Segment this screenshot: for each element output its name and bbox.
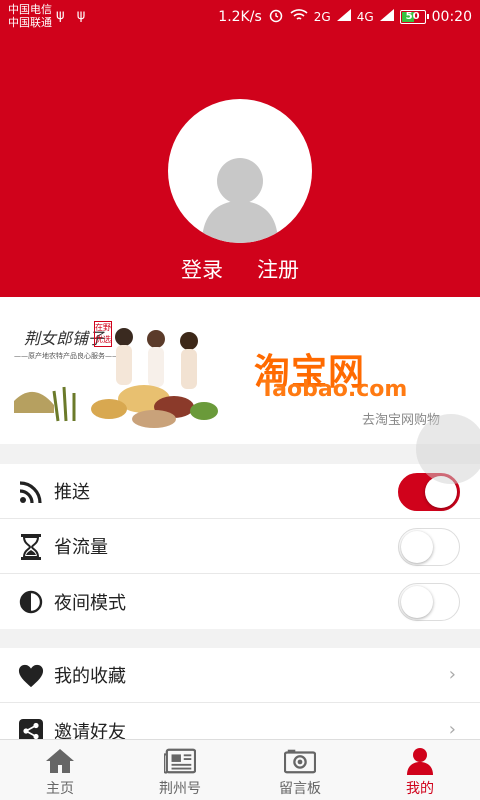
data-saver-toggle[interactable] — [398, 528, 460, 566]
toggle-knob — [401, 586, 433, 618]
login-link[interactable]: 登录 — [181, 254, 223, 284]
tab-label: 主页 — [46, 781, 74, 797]
contrast-icon — [18, 589, 44, 615]
setting-label: 省流量 — [54, 537, 108, 558]
chevron-right-icon: › — [448, 719, 456, 740]
net-speed: 1.2K/s — [218, 9, 262, 25]
setting-row-push[interactable]: 推送 — [0, 464, 480, 519]
bottom-tab-bar: 主页 荆州号 留言板 我的 — [0, 739, 480, 800]
setting-row-night-mode[interactable]: 夜间模式 — [0, 574, 480, 629]
clock: 00:20 — [431, 9, 472, 25]
tab-mine[interactable]: 我的 — [360, 740, 480, 800]
floating-ball[interactable] — [416, 414, 480, 484]
hourglass-icon — [18, 534, 44, 560]
carrier-2: 中国联通 — [8, 16, 52, 29]
shop-ad[interactable]: 荆女郎铺子 在野优选 ——原产地农特产品良心服务—— — [14, 321, 226, 433]
home-icon — [44, 746, 76, 776]
taobao-logo-en: Taobao.com — [260, 377, 408, 402]
tab-label: 荆州号 — [159, 781, 201, 797]
tab-home[interactable]: 主页 — [0, 740, 120, 800]
auth-links: 登录 注册 — [0, 254, 480, 284]
status-bar: 中国电信 中国联通 ψ ψ 1.2K/s 2G 4G 50 00:20 — [0, 0, 480, 32]
status-right: 1.2K/s 2G 4G 50 00:20 — [218, 7, 472, 27]
setting-label: 推送 — [54, 482, 90, 503]
register-link[interactable]: 注册 — [257, 254, 299, 284]
avatar[interactable] — [168, 99, 312, 243]
battery-icon: 50 — [399, 10, 429, 24]
tab-jingzhou[interactable]: 荆州号 — [120, 740, 240, 800]
default-user-icon — [202, 158, 278, 243]
menu-row-favorites[interactable]: 我的收藏 › — [0, 648, 480, 703]
signal-icon-2 — [379, 9, 394, 25]
produce-illustration — [14, 328, 218, 428]
carrier-1: 中国电信 — [8, 3, 52, 16]
setting-label: 夜间模式 — [54, 592, 126, 614]
alarm-icon — [268, 7, 284, 27]
battery-level: 50 — [405, 11, 420, 22]
tab-label: 我的 — [406, 781, 434, 797]
ad-banner[interactable]: 荆女郎铺子 在野优选 ——原产地农特产品良心服务—— 淘宝网 Taobao.co… — [0, 297, 480, 444]
wifi-icon — [290, 8, 308, 26]
rss-icon — [18, 479, 44, 505]
newspaper-icon — [164, 746, 196, 776]
night-mode-toggle[interactable] — [398, 583, 460, 621]
carrier-info: 中国电信 中国联通 — [8, 3, 52, 29]
signal-2g: 2G — [313, 10, 331, 24]
signal-4g: 4G — [356, 10, 374, 24]
tab-message-board[interactable]: 留言板 — [240, 740, 360, 800]
heart-icon — [18, 663, 44, 689]
menu-label: 我的收藏 — [54, 666, 126, 687]
profile-header: 登录 注册 — [0, 32, 480, 297]
user-icon — [404, 746, 436, 776]
chevron-right-icon: › — [448, 664, 456, 685]
tab-label: 留言板 — [279, 781, 321, 797]
setting-row-data-saver[interactable]: 省流量 — [0, 519, 480, 574]
toggle-knob — [401, 531, 433, 563]
settings-group: 推送 省流量 夜间模式 — [0, 464, 480, 629]
signal-icon-1 — [336, 9, 351, 25]
camera-icon — [284, 746, 316, 776]
usb-icon: ψ ψ — [56, 8, 90, 23]
